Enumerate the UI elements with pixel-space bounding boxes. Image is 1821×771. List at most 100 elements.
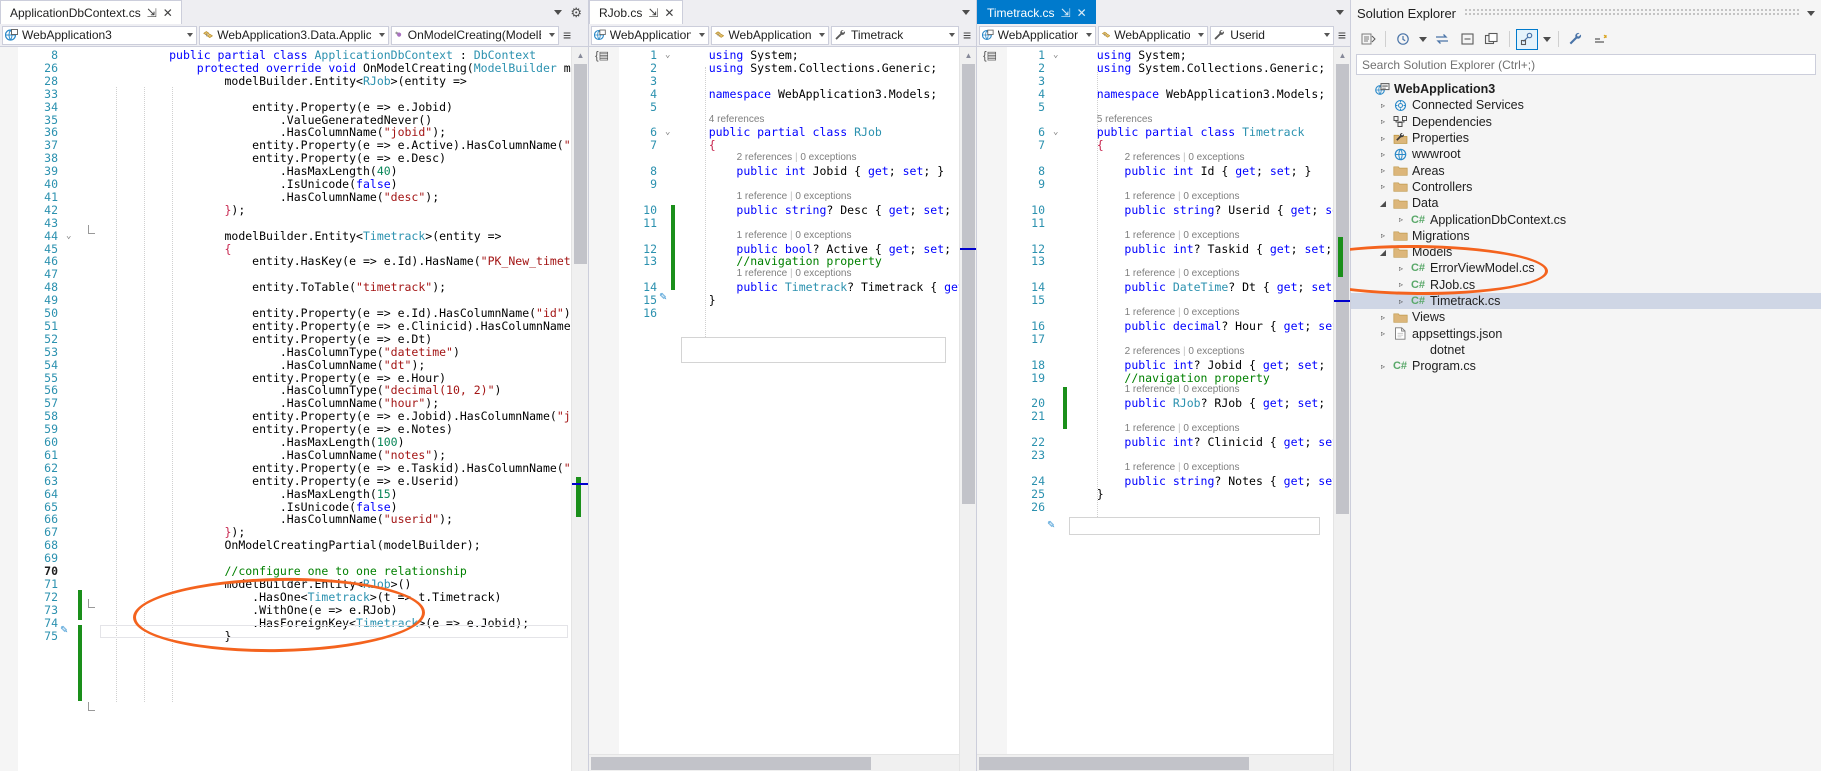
code-line[interactable]: 2 using System.Collections.Generic; bbox=[589, 61, 976, 75]
tree-item-properties[interactable]: ▹ Properties bbox=[1351, 130, 1821, 146]
chevron-down-icon[interactable] bbox=[819, 33, 825, 37]
expanded-twisty-icon[interactable]: ◢ bbox=[1375, 248, 1391, 257]
close-icon[interactable]: ✕ bbox=[1077, 7, 1087, 19]
tree-item-rjob-cs[interactable]: ▹ C# RJob.cs bbox=[1351, 277, 1821, 293]
fold-chevron-icon[interactable]: ⌄ bbox=[665, 126, 670, 139]
scrollbar-thumb[interactable] bbox=[979, 757, 1249, 770]
preview-selected-items-icon[interactable] bbox=[1590, 29, 1612, 50]
chevron-down-icon[interactable] bbox=[1336, 9, 1344, 15]
scroll-up-icon[interactable]: ▲ bbox=[1334, 47, 1350, 64]
collapsed-twisty-icon[interactable]: ▹ bbox=[1375, 313, 1391, 322]
collapsed-twisty-icon[interactable]: ▹ bbox=[1375, 150, 1391, 159]
chevron-down-icon[interactable] bbox=[1541, 29, 1552, 50]
code-line[interactable]: 8 public int Id { get; set; } bbox=[977, 165, 1350, 178]
code-line[interactable]: 23 bbox=[977, 448, 1350, 462]
split-view-icon[interactable]: ≡ bbox=[563, 28, 571, 42]
collapsed-twisty-icon[interactable]: ▹ bbox=[1375, 329, 1391, 338]
tree-item-program-cs[interactable]: ▹ C# Program.cs bbox=[1351, 358, 1821, 374]
chevron-down-icon[interactable] bbox=[699, 33, 705, 37]
chevron-down-icon[interactable] bbox=[1323, 33, 1330, 37]
tree-item-timetrack-cs[interactable]: ▹ C# Timetrack.cs bbox=[1351, 292, 1821, 310]
gear-icon[interactable]: ⚙ bbox=[570, 6, 582, 19]
tab-timetrack-cs[interactable]: Timetrack.cs ⇲ ✕ bbox=[977, 0, 1096, 24]
fold-chevron-icon[interactable]: ⌄ bbox=[1053, 49, 1058, 62]
pending-changes-icon[interactable] bbox=[1392, 29, 1414, 50]
close-icon[interactable]: ✕ bbox=[664, 7, 674, 19]
code-line[interactable]: 2 using System.Collections.Generic; bbox=[977, 61, 1350, 75]
scrollbar-thumb[interactable] bbox=[574, 64, 587, 264]
code-line[interactable]: 9 bbox=[589, 178, 976, 191]
code-line[interactable]: 4 namespace WebApplication3.Models; bbox=[589, 87, 976, 101]
tree-item-wwwroot[interactable]: ▹ wwwroot bbox=[1351, 146, 1821, 162]
pin-icon[interactable]: ⇲ bbox=[648, 7, 658, 19]
search-input[interactable]: Search Solution Explorer (Ctrl+;) bbox=[1356, 54, 1816, 75]
code-content-middle[interactable]: 1 ⌄ using System; 2 using System.Collectio… bbox=[589, 47, 976, 771]
code-line[interactable]: 7 { bbox=[977, 139, 1350, 152]
close-icon[interactable]: ✕ bbox=[163, 7, 173, 19]
pin-icon[interactable]: ⇲ bbox=[147, 7, 157, 19]
code-editor-middle[interactable]: 1 ⌄ using System; 2 using System.Collectio… bbox=[589, 47, 976, 771]
solution-tree[interactable]: WebApplication3 ▹ Connected Services ▹ Depen… bbox=[1351, 79, 1821, 771]
expanded-twisty-icon[interactable]: ◢ bbox=[1375, 199, 1391, 208]
class-dropdown-left[interactable]: WebApplication3.Data.Applicatior bbox=[199, 25, 389, 45]
code-content-left[interactable]: 8 public partial class ApplicationDbCont… bbox=[0, 47, 588, 771]
code-line[interactable]: 13 //navigation property bbox=[589, 255, 976, 268]
tree-item-errorviewmodel-cs[interactable]: ▹ C# ErrorViewModel.cs bbox=[1351, 260, 1821, 276]
code-editor-right[interactable]: 1 ⌄ using System; 2 using System.Collectio… bbox=[977, 47, 1350, 771]
split-view-icon[interactable]: ≡ bbox=[1338, 28, 1346, 42]
code-line[interactable]: 15 bbox=[977, 294, 1350, 307]
tree-item-areas[interactable]: ▹ Areas bbox=[1351, 162, 1821, 178]
code-line[interactable]: 10 public string? Userid { get; set; } bbox=[977, 203, 1350, 217]
code-content-right[interactable]: 1 ⌄ using System; 2 using System.Collectio… bbox=[977, 47, 1350, 771]
collapsed-twisty-icon[interactable]: ▹ bbox=[1393, 264, 1409, 273]
code-line[interactable]: 28 modelBuilder.Entity<RJob>(entity => bbox=[0, 74, 588, 88]
properties-icon[interactable] bbox=[1516, 28, 1538, 50]
code-line[interactable]: 48 entity.ToTable("timetrack"); bbox=[0, 281, 588, 294]
tab-applicationdbcontext-cs[interactable]: ApplicationDbContext.cs ⇲ ✕ bbox=[0, 0, 182, 24]
code-line[interactable]: 11 bbox=[589, 216, 976, 230]
chevron-down-icon[interactable] bbox=[962, 9, 970, 15]
chevron-down-icon[interactable] bbox=[1198, 33, 1205, 37]
class-dropdown-middle[interactable]: WebApplication3.M bbox=[711, 25, 829, 45]
project-dropdown-middle[interactable]: WebApplication3 bbox=[591, 25, 709, 45]
collapsed-twisty-icon[interactable]: ▹ bbox=[1375, 182, 1391, 191]
chevron-down-icon[interactable] bbox=[1417, 29, 1428, 50]
code-line[interactable]: 8 public int Jobid { get; set; } bbox=[589, 165, 976, 178]
chevron-down-icon[interactable] bbox=[1807, 10, 1815, 16]
code-line[interactable]: 46 entity.HasKey(e => e.Id).HasName("PK_… bbox=[0, 255, 588, 268]
scrollbar-thumb[interactable] bbox=[1336, 64, 1349, 514]
code-line[interactable]: 19 //navigation property bbox=[977, 371, 1350, 385]
collapsed-twisty-icon[interactable]: ▹ bbox=[1375, 134, 1391, 143]
tree-item-data[interactable]: ◢ Data bbox=[1351, 195, 1821, 211]
tree-item-webapplication3[interactable]: WebApplication3 bbox=[1351, 81, 1821, 97]
code-line[interactable]: 22 public int? Clinicid { get; set; } bbox=[977, 436, 1350, 449]
home-icon[interactable] bbox=[1456, 29, 1478, 50]
code-line[interactable]: 24 public string? Notes { get; set; } bbox=[977, 474, 1350, 488]
scrollbar-thumb[interactable] bbox=[591, 757, 871, 770]
code-line[interactable]: 21 bbox=[977, 410, 1350, 423]
tree-item-models[interactable]: ◢ Models bbox=[1351, 244, 1821, 260]
scroll-up-icon[interactable]: ▲ bbox=[572, 47, 588, 64]
sync-with-active-document-icon[interactable] bbox=[1431, 29, 1453, 50]
code-line[interactable]: 10 public string? Desc { get; set; } bbox=[589, 203, 976, 217]
code-editor-left[interactable]: 8 public partial class ApplicationDbCont… bbox=[0, 47, 588, 771]
code-line[interactable]: 9 bbox=[977, 178, 1350, 191]
scroll-up-icon[interactable]: ▲ bbox=[960, 47, 976, 64]
pin-icon[interactable]: ⇲ bbox=[1061, 7, 1071, 19]
scrollbar-thumb[interactable] bbox=[962, 64, 975, 504]
collapsed-twisty-icon[interactable]: ▹ bbox=[1375, 117, 1391, 126]
project-dropdown-left[interactable]: WebApplication3 bbox=[2, 25, 197, 45]
fold-chevron-icon[interactable]: ⌄ bbox=[66, 230, 71, 243]
member-dropdown-right[interactable]: Userid bbox=[1210, 25, 1334, 45]
project-dropdown-right[interactable]: WebApplication3 bbox=[979, 25, 1096, 45]
code-line[interactable]: 26 bbox=[977, 500, 1350, 514]
code-line[interactable]: 6 ⌄ public partial class Timetrack bbox=[977, 126, 1350, 139]
collapsed-twisty-icon[interactable]: ▹ bbox=[1375, 166, 1391, 175]
tree-item-connected-services[interactable]: ▹ Connected Services bbox=[1351, 97, 1821, 113]
class-dropdown-right[interactable]: WebApplication3.M bbox=[1097, 25, 1209, 45]
chevron-down-icon[interactable] bbox=[379, 33, 385, 37]
tab-rjob-cs[interactable]: RJob.cs ⇲ ✕ bbox=[589, 0, 684, 24]
horizontal-scrollbar-middle[interactable] bbox=[589, 754, 959, 771]
collapsed-twisty-icon[interactable]: ▹ bbox=[1393, 280, 1409, 289]
code-line[interactable]: 25 } bbox=[977, 487, 1350, 501]
